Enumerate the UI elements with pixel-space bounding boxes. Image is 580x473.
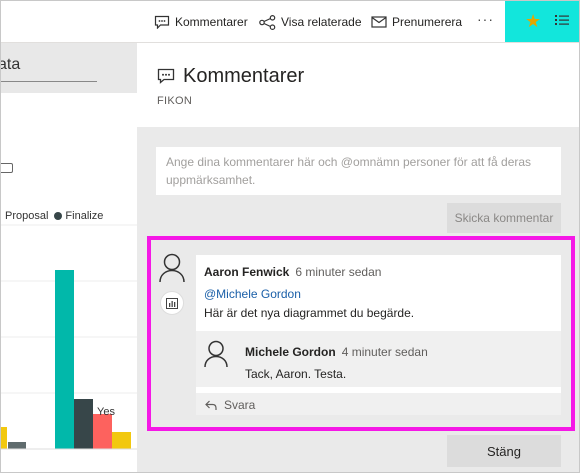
- mail-icon: [371, 16, 387, 28]
- chart-legend: Proposal Finalize: [5, 210, 103, 222]
- close-button[interactable]: Stäng: [447, 435, 561, 467]
- view-related-button[interactable]: Visa relaterade: [259, 13, 362, 31]
- bar[interactable]: [74, 399, 93, 449]
- legend-item-finalize: Finalize: [65, 210, 104, 222]
- subscribe-button[interactable]: Prenumerera: [371, 13, 462, 31]
- bar[interactable]: [112, 432, 131, 449]
- comment-input[interactable]: Ange dina kommentarer här och @omnämn pe…: [156, 147, 561, 195]
- pane-title: Kommentarer: [183, 65, 305, 87]
- bar-chart: [1, 224, 137, 450]
- pane-header: Kommentarer FIKON: [137, 43, 579, 127]
- favorite-toolbar-area: ★: [505, 1, 579, 42]
- star-icon[interactable]: ★: [525, 11, 541, 31]
- comments-toolbar-label: Kommentarer: [175, 15, 248, 29]
- share-network-icon: [259, 14, 276, 30]
- more-options-button[interactable]: ···: [477, 11, 494, 27]
- pane-subtitle: FIKON: [157, 95, 193, 107]
- focus-mode-icon[interactable]: [1, 163, 13, 173]
- report-title-fragment: ata: [0, 56, 21, 73]
- bar[interactable]: [55, 270, 74, 449]
- legend-item-proposal: Proposal: [5, 210, 49, 222]
- title-underline: [1, 81, 97, 82]
- window-frame: Kommentarer Visa relaterade Prenumerera …: [0, 0, 580, 473]
- comments-toolbar-button[interactable]: Kommentarer: [154, 13, 248, 31]
- top-toolbar: Kommentarer Visa relaterade Prenumerera …: [1, 1, 579, 42]
- subscribe-label: Prenumerera: [392, 15, 463, 29]
- list-icon[interactable]: [555, 14, 569, 26]
- bar[interactable]: [93, 414, 112, 449]
- bar[interactable]: [1, 427, 7, 449]
- legend-dot-finalize: [54, 212, 63, 220]
- view-related-label: Visa relaterade: [281, 15, 362, 29]
- report-canvas: ata Proposal Finalize: [0, 43, 137, 472]
- bar[interactable]: [8, 442, 26, 449]
- comment-icon: [154, 15, 170, 29]
- comment-icon: [157, 68, 175, 84]
- highlight-box: [147, 236, 575, 431]
- x-tick-label: Yes: [97, 406, 115, 418]
- send-comment-button[interactable]: Skicka kommentar: [447, 203, 561, 233]
